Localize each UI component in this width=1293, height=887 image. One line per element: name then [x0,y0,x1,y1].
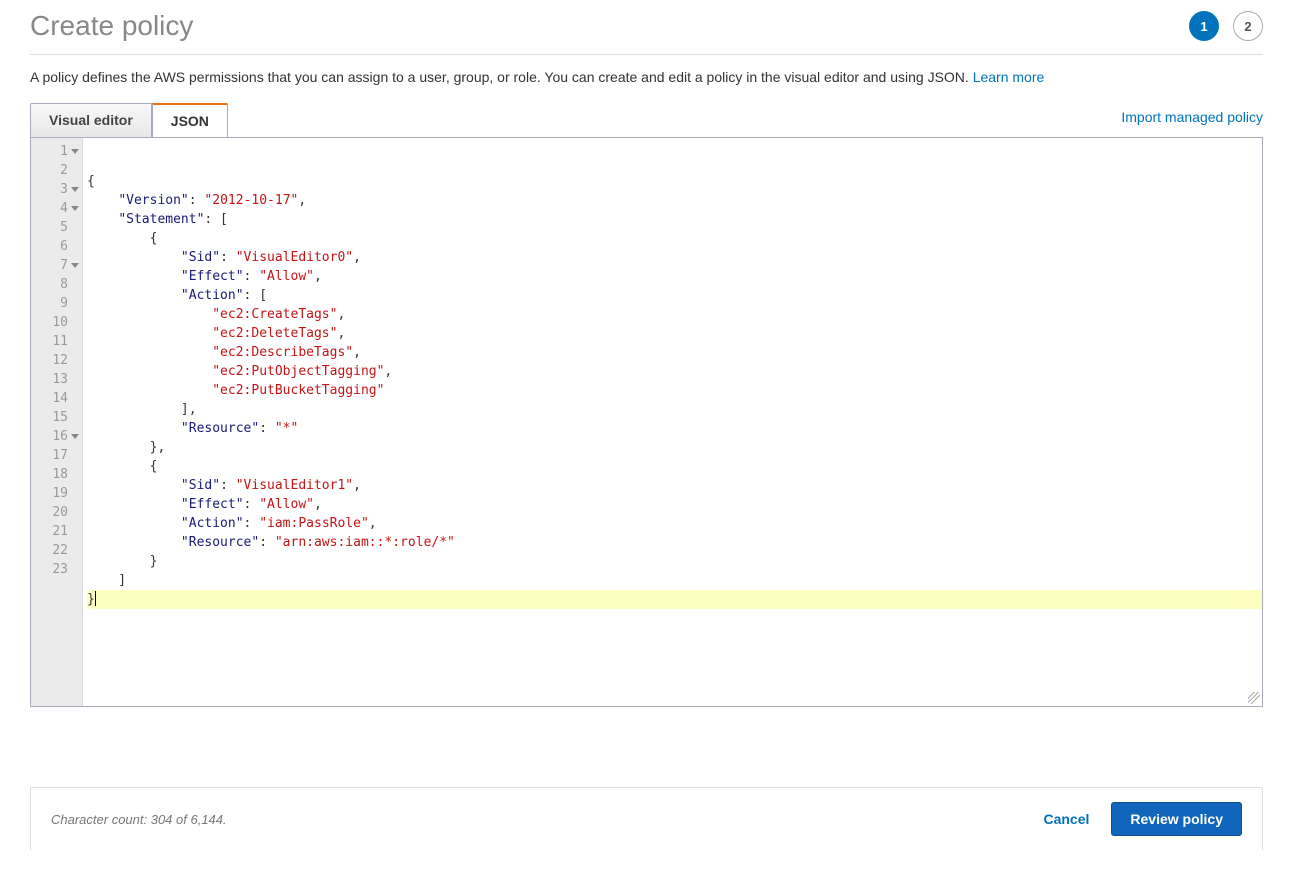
gutter-line: 5 [31,218,82,237]
review-policy-button[interactable]: Review policy [1111,802,1242,836]
code-line[interactable]: { [87,229,1262,248]
gutter-line: 6 [31,237,82,256]
gutter-line: 12 [31,351,82,370]
code-line[interactable]: "Statement": [ [87,210,1262,229]
gutter-line: 2 [31,161,82,180]
code-line[interactable]: ] [87,571,1262,590]
gutter-line: 10 [31,313,82,332]
cancel-button[interactable]: Cancel [1043,811,1089,827]
json-editor[interactable]: 1234567891011121314151617181920212223 { … [30,137,1263,707]
gutter-line: 8 [31,275,82,294]
code-line[interactable]: "ec2:PutObjectTagging", [87,362,1262,381]
gutter-line: 4 [31,199,82,218]
gutter-line: 21 [31,522,82,541]
text-cursor-icon [95,591,96,606]
code-line[interactable]: "ec2:PutBucketTagging" [87,381,1262,400]
code-line[interactable]: "ec2:CreateTags", [87,305,1262,324]
code-line[interactable]: ], [87,400,1262,419]
intro-text: A policy defines the AWS permissions tha… [30,69,1263,85]
gutter-line: 17 [31,446,82,465]
code-line[interactable]: "Sid": "VisualEditor1", [87,476,1262,495]
gutter-line: 15 [31,408,82,427]
code-line[interactable]: "Version": "2012-10-17", [87,191,1262,210]
code-line[interactable]: { [87,172,1262,191]
code-line[interactable]: }, [87,438,1262,457]
gutter-line: 13 [31,370,82,389]
tab-list: Visual editor JSON [30,103,228,137]
footer-actions: Cancel Review policy [1043,802,1242,836]
code-line[interactable]: "Sid": "VisualEditor0", [87,248,1262,267]
code-line[interactable]: "ec2:DescribeTags", [87,343,1262,362]
code-line[interactable]: "Resource": "arn:aws:iam::*:role/*" [87,533,1262,552]
gutter-line: 23 [31,560,82,579]
intro-description: A policy defines the AWS permissions tha… [30,69,973,85]
resize-handle-icon[interactable] [1248,692,1260,704]
wizard-steps: 1 2 [1189,11,1263,41]
gutter-line: 3 [31,180,82,199]
code-line[interactable]: { [87,457,1262,476]
gutter-line: 14 [31,389,82,408]
code-line[interactable]: "ec2:DeleteTags", [87,324,1262,343]
gutter-line: 1 [31,142,82,161]
footer-bar: Character count: 304 of 6,144. Cancel Re… [30,787,1263,850]
tab-json[interactable]: JSON [152,103,228,138]
code-line[interactable]: "Action": [ [87,286,1262,305]
character-count: Character count: 304 of 6,144. [51,812,227,827]
gutter-line: 9 [31,294,82,313]
tabs-container: Visual editor JSON Import managed policy [30,103,1263,137]
gutter-line: 22 [31,541,82,560]
gutter-line: 20 [31,503,82,522]
code-line[interactable]: } [87,590,1262,609]
gutter-line: 16 [31,427,82,446]
step-2[interactable]: 2 [1233,11,1263,41]
page-title: Create policy [30,10,193,42]
page-header: Create policy 1 2 [30,10,1263,55]
gutter-line: 18 [31,465,82,484]
tab-visual-editor[interactable]: Visual editor [30,103,152,138]
code-line[interactable]: "Resource": "*" [87,419,1262,438]
gutter-line: 11 [31,332,82,351]
editor-code-area[interactable]: { "Version": "2012-10-17", "Statement": … [83,138,1262,706]
gutter-line: 7 [31,256,82,275]
editor-gutter: 1234567891011121314151617181920212223 [31,138,83,706]
code-line[interactable]: "Effect": "Allow", [87,267,1262,286]
code-line[interactable]: } [87,552,1262,571]
code-line[interactable]: "Action": "iam:PassRole", [87,514,1262,533]
gutter-line: 19 [31,484,82,503]
learn-more-link[interactable]: Learn more [973,69,1045,85]
code-line[interactable]: "Effect": "Allow", [87,495,1262,514]
import-managed-policy-link[interactable]: Import managed policy [1121,109,1263,131]
step-1[interactable]: 1 [1189,11,1219,41]
